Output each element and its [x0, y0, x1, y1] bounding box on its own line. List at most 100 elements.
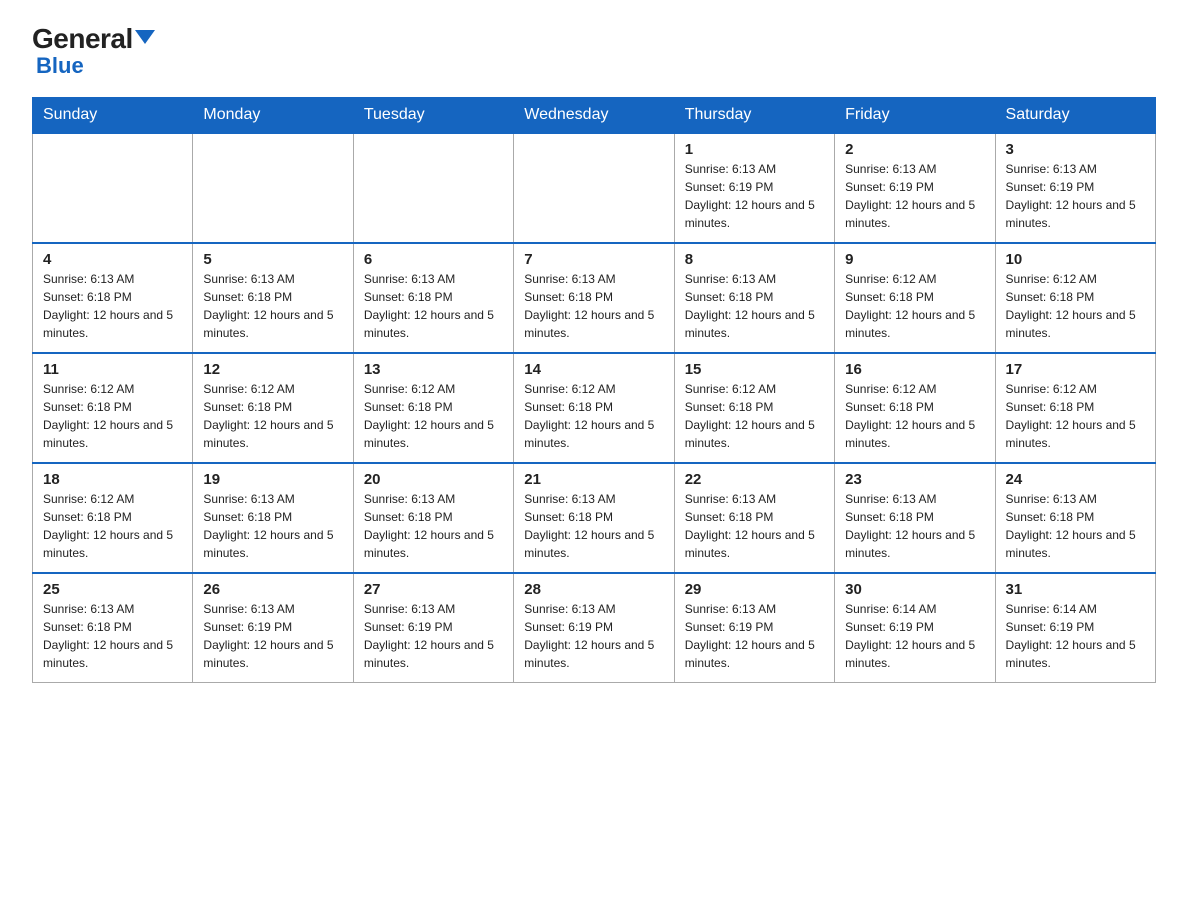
week-row-2: 4 Sunrise: 6:13 AMSunset: 6:18 PMDaylight…: [33, 243, 1156, 353]
day-number: 24: [1006, 471, 1145, 488]
day-cell-17: 17 Sunrise: 6:12 AMSunset: 6:18 PMDayligh…: [995, 353, 1155, 463]
day-cell-19: 19Sunrise: 6:13 AMSunset: 6:18 PMDayligh…: [193, 463, 353, 573]
day-cell-18: 18Sunrise: 6:12 AMSunset: 6:18 PMDayligh…: [33, 463, 193, 573]
day-cell-11: 11 Sunrise: 6:12 AMSunset: 6:18 PMDayligh…: [33, 353, 193, 463]
day-cell-13: 13Sunrise: 6:12 AMSunset: 6:18 PMDayligh…: [353, 353, 513, 463]
day-info: Sunrise: 6:13 AMSunset: 6:19 PMDaylight:…: [845, 160, 984, 232]
day-number: 26: [203, 581, 342, 598]
day-number: 5: [203, 251, 342, 268]
day-info: Sunrise: 6:12 AMSunset: 6:18 PMDaylight:…: [43, 490, 182, 562]
day-info: Sunrise: 6:13 AMSunset: 6:18 PMDaylight:…: [43, 270, 182, 342]
header-monday: Monday: [193, 97, 353, 133]
day-cell-empty: [193, 133, 353, 243]
day-info: Sunrise: 6:13 AMSunset: 6:18 PMDaylight:…: [364, 490, 503, 562]
day-info: Sunrise: 6:13 AMSunset: 6:18 PMDaylight:…: [685, 490, 824, 562]
logo-triangle-icon: [135, 30, 155, 44]
day-number: 20: [364, 471, 503, 488]
day-number: 14: [524, 361, 663, 378]
day-cell-empty: [33, 133, 193, 243]
week-row-1: 1 Sunrise: 6:13 AMSunset: 6:19 PMDaylight…: [33, 133, 1156, 243]
header-friday: Friday: [835, 97, 995, 133]
header-sunday: Sunday: [33, 97, 193, 133]
day-info: Sunrise: 6:12 AMSunset: 6:18 PMDaylight:…: [1006, 270, 1145, 342]
day-cell-empty: [514, 133, 674, 243]
logo-blue: Blue: [32, 53, 84, 79]
day-cell-21: 21 Sunrise: 6:13 AMSunset: 6:18 PMDayligh…: [514, 463, 674, 573]
day-info: Sunrise: 6:13 AMSunset: 6:18 PMDaylight:…: [685, 270, 824, 342]
day-info: Sunrise: 6:13 AMSunset: 6:19 PMDaylight:…: [685, 160, 824, 232]
day-info: Sunrise: 6:13 AMSunset: 6:18 PMDaylight:…: [364, 270, 503, 342]
day-info: Sunrise: 6:13 AMSunset: 6:18 PMDaylight:…: [524, 270, 663, 342]
day-info: Sunrise: 6:12 AMSunset: 6:18 PMDaylight:…: [43, 380, 182, 452]
day-cell-empty: [353, 133, 513, 243]
day-cell-12: 12Sunrise: 6:12 AMSunset: 6:18 PMDayligh…: [193, 353, 353, 463]
day-number: 23: [845, 471, 984, 488]
day-cell-9: 9Sunrise: 6:12 AMSunset: 6:18 PMDaylight…: [835, 243, 995, 353]
day-info: Sunrise: 6:13 AMSunset: 6:19 PMDaylight:…: [685, 600, 824, 672]
day-cell-8: 8Sunrise: 6:13 AMSunset: 6:18 PMDaylight…: [674, 243, 834, 353]
day-cell-27: 27 Sunrise: 6:13 AMSunset: 6:19 PMDayligh…: [353, 573, 513, 683]
day-cell-3: 3Sunrise: 6:13 AMSunset: 6:19 PMDaylight…: [995, 133, 1155, 243]
day-info: Sunrise: 6:13 AMSunset: 6:18 PMDaylight:…: [845, 490, 984, 562]
day-number: 3: [1006, 141, 1145, 158]
day-number: 11: [43, 361, 182, 378]
day-number: 10: [1006, 251, 1145, 268]
day-info: Sunrise: 6:13 AMSunset: 6:19 PMDaylight:…: [203, 600, 342, 672]
day-info: Sunrise: 6:12 AMSunset: 6:18 PMDaylight:…: [845, 380, 984, 452]
day-cell-25: 25 Sunrise: 6:13 AMSunset: 6:18 PMDayligh…: [33, 573, 193, 683]
day-cell-20: 20 Sunrise: 6:13 AMSunset: 6:18 PMDayligh…: [353, 463, 513, 573]
day-info: Sunrise: 6:12 AMSunset: 6:18 PMDaylight:…: [845, 270, 984, 342]
logo-general: General: [32, 24, 155, 55]
day-info: Sunrise: 6:13 AMSunset: 6:18 PMDaylight:…: [1006, 490, 1145, 562]
day-number: 7: [524, 251, 663, 268]
calendar-table: SundayMondayTuesdayWednesdayThursdayFrid…: [32, 97, 1156, 684]
day-cell-30: 30 Sunrise: 6:14 AMSunset: 6:19 PMDayligh…: [835, 573, 995, 683]
week-row-3: 11 Sunrise: 6:12 AMSunset: 6:18 PMDayligh…: [33, 353, 1156, 463]
days-header-row: SundayMondayTuesdayWednesdayThursdayFrid…: [33, 97, 1156, 133]
day-number: 29: [685, 581, 824, 598]
day-cell-5: 5 Sunrise: 6:13 AMSunset: 6:18 PMDaylight…: [193, 243, 353, 353]
header-thursday: Thursday: [674, 97, 834, 133]
logo: General Blue: [32, 24, 155, 79]
day-cell-22: 22 Sunrise: 6:13 AMSunset: 6:18 PMDayligh…: [674, 463, 834, 573]
week-row-4: 18Sunrise: 6:12 AMSunset: 6:18 PMDayligh…: [33, 463, 1156, 573]
day-cell-31: 31Sunrise: 6:14 AMSunset: 6:19 PMDayligh…: [995, 573, 1155, 683]
day-cell-6: 6 Sunrise: 6:13 AMSunset: 6:18 PMDaylight…: [353, 243, 513, 353]
day-number: 17: [1006, 361, 1145, 378]
day-cell-23: 23 Sunrise: 6:13 AMSunset: 6:18 PMDayligh…: [835, 463, 995, 573]
day-cell-24: 24 Sunrise: 6:13 AMSunset: 6:18 PMDayligh…: [995, 463, 1155, 573]
day-cell-15: 15Sunrise: 6:12 AMSunset: 6:18 PMDayligh…: [674, 353, 834, 463]
day-number: 1: [685, 141, 824, 158]
week-row-5: 25 Sunrise: 6:13 AMSunset: 6:18 PMDayligh…: [33, 573, 1156, 683]
day-cell-28: 28 Sunrise: 6:13 AMSunset: 6:19 PMDayligh…: [514, 573, 674, 683]
day-info: Sunrise: 6:13 AMSunset: 6:19 PMDaylight:…: [364, 600, 503, 672]
day-number: 27: [364, 581, 503, 598]
day-number: 19: [203, 471, 342, 488]
day-cell-16: 16 Sunrise: 6:12 AMSunset: 6:18 PMDayligh…: [835, 353, 995, 463]
day-number: 2: [845, 141, 984, 158]
day-number: 15: [685, 361, 824, 378]
day-number: 28: [524, 581, 663, 598]
day-cell-2: 2 Sunrise: 6:13 AMSunset: 6:19 PMDaylight…: [835, 133, 995, 243]
day-number: 13: [364, 361, 503, 378]
day-info: Sunrise: 6:12 AMSunset: 6:18 PMDaylight:…: [1006, 380, 1145, 452]
day-cell-26: 26 Sunrise: 6:13 AMSunset: 6:19 PMDayligh…: [193, 573, 353, 683]
day-number: 21: [524, 471, 663, 488]
day-info: Sunrise: 6:14 AMSunset: 6:19 PMDaylight:…: [845, 600, 984, 672]
day-cell-10: 10 Sunrise: 6:12 AMSunset: 6:18 PMDayligh…: [995, 243, 1155, 353]
day-number: 25: [43, 581, 182, 598]
day-info: Sunrise: 6:12 AMSunset: 6:18 PMDaylight:…: [524, 380, 663, 452]
day-info: Sunrise: 6:13 AMSunset: 6:18 PMDaylight:…: [43, 600, 182, 672]
day-cell-4: 4 Sunrise: 6:13 AMSunset: 6:18 PMDaylight…: [33, 243, 193, 353]
day-number: 6: [364, 251, 503, 268]
day-number: 16: [845, 361, 984, 378]
day-number: 22: [685, 471, 824, 488]
day-info: Sunrise: 6:13 AMSunset: 6:18 PMDaylight:…: [203, 270, 342, 342]
header-tuesday: Tuesday: [353, 97, 513, 133]
day-number: 30: [845, 581, 984, 598]
day-info: Sunrise: 6:13 AMSunset: 6:18 PMDaylight:…: [524, 490, 663, 562]
page-header: General Blue: [32, 24, 1156, 79]
day-info: Sunrise: 6:13 AMSunset: 6:19 PMDaylight:…: [524, 600, 663, 672]
day-number: 4: [43, 251, 182, 268]
day-info: Sunrise: 6:14 AMSunset: 6:19 PMDaylight:…: [1006, 600, 1145, 672]
